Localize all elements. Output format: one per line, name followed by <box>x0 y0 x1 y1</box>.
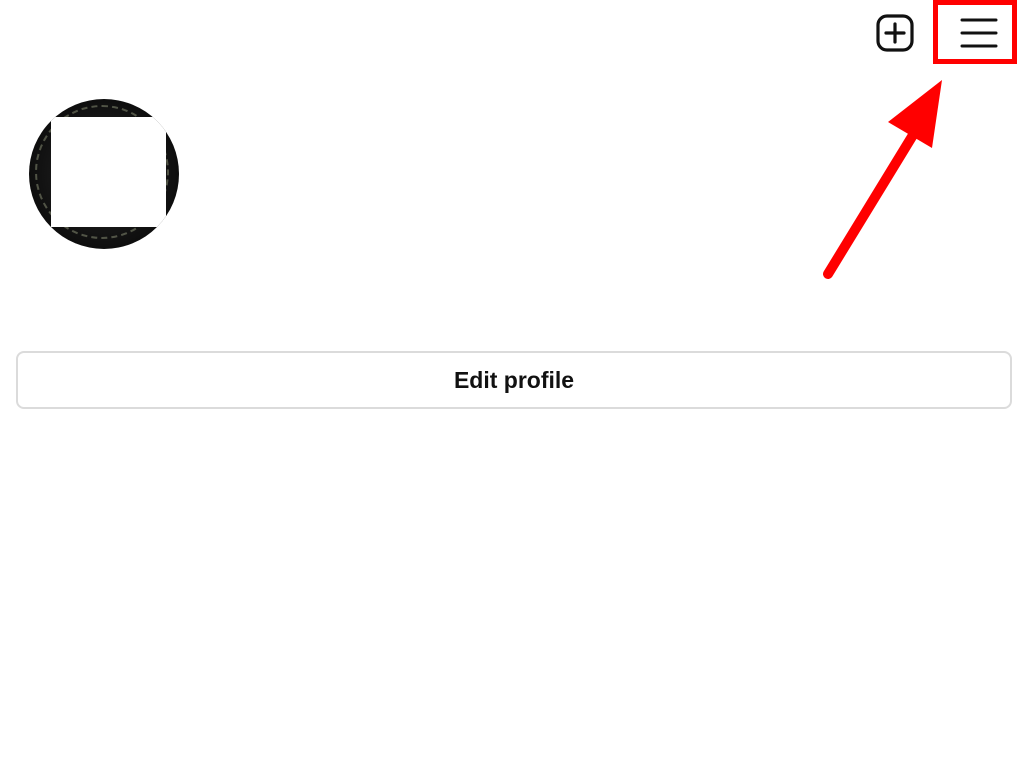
avatar-redaction <box>51 117 166 227</box>
menu-button[interactable] <box>954 10 1004 56</box>
hamburger-menu-icon <box>960 18 998 48</box>
avatar[interactable] <box>29 99 179 249</box>
edit-profile-button[interactable]: Edit profile <box>16 351 1012 409</box>
plus-square-icon <box>876 14 914 52</box>
pointer-arrow-icon <box>823 80 942 279</box>
new-post-button[interactable] <box>872 10 918 56</box>
profile-page: Edit profile <box>0 0 1024 768</box>
